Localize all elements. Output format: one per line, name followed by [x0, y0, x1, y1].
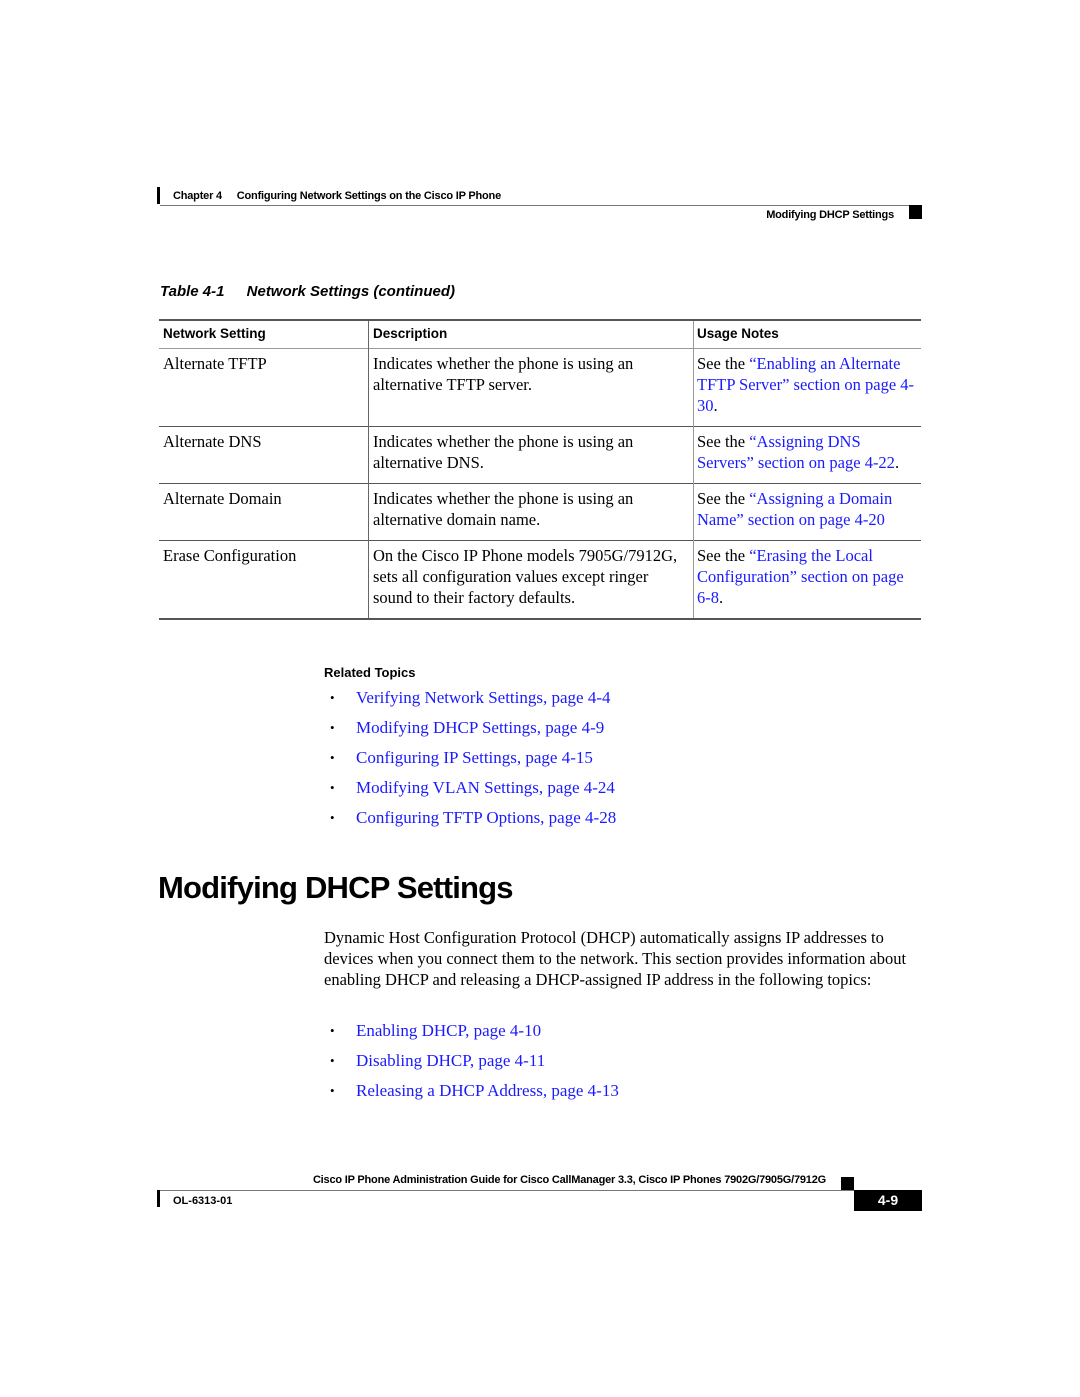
cell-setting: Alternate TFTP: [159, 348, 369, 426]
table-row: Alternate Domain Indicates whether the p…: [159, 483, 921, 540]
table-row: Erase Configuration On the Cisco IP Phon…: [159, 540, 921, 619]
notes-suffix: .: [719, 587, 724, 607]
column-header-network-setting: Network Setting: [159, 320, 369, 348]
section-heading: Modifying DHCP Settings: [158, 870, 514, 905]
bullet-icon: •: [330, 720, 335, 735]
footer-doc-number: OL-6313-01: [173, 1195, 233, 1207]
table-caption-number: Table 4-1: [160, 283, 225, 300]
topic-link[interactable]: Disabling DHCP, page 4-11: [356, 1051, 545, 1070]
table-row: Alternate DNS Indicates whether the phon…: [159, 426, 921, 483]
running-header-chapter: Chapter 4 Configuring Network Settings o…: [173, 190, 501, 202]
cell-setting: Alternate Domain: [159, 483, 369, 540]
cell-description: On the Cisco IP Phone models 7905G/7912G…: [368, 540, 694, 619]
cell-description: Indicates whether the phone is using an …: [368, 483, 694, 540]
section-paragraph: Dynamic Host Configuration Protocol (DHC…: [324, 928, 907, 989]
cell-description: Indicates whether the phone is using an …: [368, 348, 694, 426]
chapter-label: Chapter 4: [173, 190, 222, 202]
list-item: • Disabling DHCP, page 4-11: [330, 1050, 619, 1080]
column-header-description: Description: [368, 320, 694, 348]
cell-setting: Alternate DNS: [159, 426, 369, 483]
notes-prefix: See the: [697, 488, 750, 508]
cell-setting: Erase Configuration: [159, 540, 369, 619]
notes-suffix: .: [713, 395, 718, 415]
topic-link[interactable]: Enabling DHCP, page 4-10: [356, 1021, 541, 1040]
header-rule: [160, 205, 922, 206]
list-item: • Modifying VLAN Settings, page 4-24: [330, 777, 616, 807]
cell-description: Indicates whether the phone is using an …: [368, 426, 694, 483]
header-left-bar: [157, 187, 160, 204]
footer-rule: [160, 1190, 854, 1191]
bullet-icon: •: [330, 690, 335, 705]
notes-prefix: See the: [697, 545, 750, 565]
bullet-icon: •: [330, 810, 335, 825]
footer-marker-square: [841, 1177, 854, 1191]
notes-prefix: See the: [697, 431, 750, 451]
cell-usage-notes: See the “Assigning DNS Servers” section …: [694, 426, 922, 483]
related-topic-link[interactable]: Verifying Network Settings, page 4-4: [356, 688, 610, 707]
table-caption: Table 4-1 Network Settings (continued): [160, 283, 455, 300]
table-caption-title: Network Settings (continued): [246, 283, 455, 300]
topic-link[interactable]: Releasing a DHCP Address, page 4-13: [356, 1081, 619, 1100]
page-number-badge: 4-9: [854, 1190, 922, 1211]
notes-suffix: .: [894, 452, 900, 472]
bullet-icon: •: [330, 780, 335, 795]
cell-usage-notes: See the “Enabling an Alternate TFTP Serv…: [694, 348, 922, 426]
related-topic-link[interactable]: Configuring TFTP Options, page 4-28: [356, 808, 616, 827]
related-topic-link[interactable]: Configuring IP Settings, page 4-15: [356, 748, 593, 767]
related-topic-link[interactable]: Modifying VLAN Settings, page 4-24: [356, 778, 615, 797]
bullet-icon: •: [330, 1053, 335, 1068]
list-item: • Modifying DHCP Settings, page 4-9: [330, 717, 616, 747]
footer-guide-title: Cisco IP Phone Administration Guide for …: [312, 1174, 826, 1186]
column-header-usage-notes: Usage Notes: [697, 326, 779, 341]
notes-prefix: See the: [697, 353, 750, 373]
chapter-title: Configuring Network Settings on the Cisc…: [236, 190, 501, 202]
related-topics-list: • Verifying Network Settings, page 4-4 • M…: [330, 687, 616, 837]
network-settings-table: Network Setting Description Usage Notes …: [159, 319, 921, 620]
cell-usage-notes: See the “Erasing the Local Configuration…: [694, 540, 922, 619]
list-item: • Enabling DHCP, page 4-10: [330, 1020, 619, 1050]
list-item: • Releasing a DHCP Address, page 4-13: [330, 1080, 619, 1110]
related-topics-heading: Related Topics: [324, 665, 416, 680]
section-topics-list: • Enabling DHCP, page 4-10 • Disabling DHC…: [330, 1020, 619, 1110]
bullet-icon: •: [330, 750, 335, 765]
header-marker-square: [909, 205, 922, 219]
list-item: • Verifying Network Settings, page 4-4: [330, 687, 616, 717]
bullet-icon: •: [330, 1083, 335, 1098]
running-header-section: Modifying DHCP Settings: [766, 209, 894, 221]
list-item: • Configuring TFTP Options, page 4-28: [330, 807, 616, 837]
bullet-icon: •: [330, 1023, 335, 1038]
table-row: Alternate TFTP Indicates whether the pho…: [159, 348, 921, 426]
cell-usage-notes: See the “Assigning a Domain Name” sectio…: [694, 483, 922, 540]
list-item: • Configuring IP Settings, page 4-15: [330, 747, 616, 777]
table-header-row: Network Setting Description Usage Notes: [159, 320, 921, 348]
related-topic-link[interactable]: Modifying DHCP Settings, page 4-9: [356, 718, 604, 737]
footer-left-bar: [157, 1190, 160, 1207]
